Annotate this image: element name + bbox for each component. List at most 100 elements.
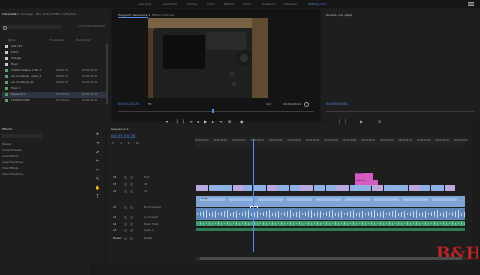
program-video-frame[interactable] [148, 18, 268, 98]
track-header-a1[interactable]: A1 A-roll audio [111, 215, 195, 222]
effects-tab[interactable]: Effects [2, 127, 12, 131]
toggle-sync-lock-icon[interactable] [124, 190, 127, 193]
workspace-tab-assembly[interactable]: Assembly [163, 2, 177, 6]
source-tab[interactable]: Source: (no clips) [326, 13, 352, 17]
effects-folder[interactable]: Video Transitions [2, 173, 23, 176]
clip-segment[interactable] [229, 198, 254, 201]
project-column-header[interactable]: Frame Rate [50, 39, 64, 42]
project-tab-4[interactable]: Bin: G30_FX3 [56, 12, 76, 16]
add-marker-icon[interactable]: ▾ [166, 119, 168, 124]
toggle-output-icon[interactable] [130, 206, 133, 209]
fit-dropdown[interactable]: Fit [148, 102, 152, 106]
pen-tool-icon[interactable]: ✎ [94, 176, 101, 182]
resolution-dropdown[interactable]: 1/2 [266, 102, 271, 106]
broll-clip[interactable] [383, 185, 394, 191]
toggle-output-icon[interactable] [130, 216, 133, 219]
text-clip[interactable]: Default Te [355, 173, 373, 180]
insert-icon[interactable]: ⊞ [228, 119, 231, 124]
program-scrub-bar[interactable] [118, 111, 314, 112]
go-to-out-icon[interactable]: ⇥ [219, 119, 222, 124]
track-header-a3[interactable]: A3 Audio 3 [111, 228, 195, 235]
project-scrollbar[interactable] [106, 44, 108, 104]
playhead[interactable] [253, 139, 254, 252]
menu-icon[interactable] [468, 2, 474, 3]
hand-tool-icon[interactable]: ✋ [94, 185, 101, 191]
source-mark-in-icon[interactable]: { [338, 119, 341, 124]
toggle-output-icon[interactable] [130, 176, 133, 179]
toggle-sync-lock-icon[interactable] [124, 223, 127, 226]
project-column-header[interactable]: Media Start [76, 39, 90, 42]
toggle-sync-lock-icon[interactable] [124, 237, 127, 240]
monitor-settings-icon[interactable] [304, 102, 309, 107]
clip-segment[interactable] [258, 198, 283, 201]
broll-clip[interactable] [277, 185, 290, 191]
selection-tool-icon[interactable]: ➤ [94, 131, 101, 137]
track-header-v3[interactable]: V3 V3 [111, 182, 195, 189]
effect-controls-tab[interactable]: Effect Controls [152, 13, 174, 17]
clip-segment[interactable] [287, 198, 312, 201]
export-frame-icon[interactable]: ◉ [240, 119, 244, 124]
effects-folder[interactable]: Audio Transitions [2, 161, 23, 164]
workspace-tab-learning[interactable]: Learning [138, 2, 151, 6]
program-timecode[interactable]: 00;01;24;20 [118, 102, 139, 106]
workspace-tab-color[interactable]: Color [207, 2, 215, 6]
track-header-v4[interactable]: V4 Text [111, 175, 195, 182]
clip-segment[interactable]: Footage [200, 198, 225, 201]
clip-segment[interactable] [432, 198, 457, 201]
broll-clip[interactable] [408, 185, 421, 191]
toggle-output-icon[interactable] [130, 237, 133, 240]
type-tool-icon[interactable]: T [94, 194, 101, 200]
effects-folder[interactable]: Lumetri Presets [2, 149, 22, 152]
toggle-sync-lock-icon[interactable] [124, 216, 127, 219]
sequence-tab[interactable]: Sequence 1 [111, 127, 129, 131]
track-header-master[interactable]: Master Master [111, 236, 195, 243]
project-tab-3[interactable]: Bin: G30_FX3 [36, 12, 56, 16]
toggle-sync-lock-icon[interactable] [124, 183, 127, 186]
timeline-timecode[interactable]: 00;01;24;20 [111, 134, 135, 139]
track-header-v2[interactable]: V2 V2 [111, 189, 195, 196]
razor-tool-icon[interactable]: ✂ [94, 158, 101, 164]
clip-segment[interactable] [403, 198, 428, 201]
snap-icon[interactable]: ⊓ [112, 141, 114, 145]
add-marker-icon[interactable]: ▾ [128, 141, 130, 145]
audio-clip-a3[interactable] [196, 228, 465, 231]
broll-clip[interactable] [266, 185, 277, 191]
mark-out-icon[interactable]: } [182, 119, 185, 124]
source-insert-icon[interactable]: ⊞ [378, 119, 381, 124]
clip-segment[interactable] [345, 198, 370, 201]
broll-clip[interactable] [421, 185, 431, 191]
workspace-tab-editing[interactable]: Editing [187, 2, 197, 6]
workspace-tab-effects[interactable]: Effects [224, 2, 234, 6]
workspace-tab-libraries[interactable]: Libraries [284, 2, 297, 6]
toggle-output-icon[interactable] [130, 223, 133, 226]
settings-icon[interactable]: ⚙ [136, 141, 139, 145]
slip-tool-icon[interactable]: ⇿ [94, 167, 101, 173]
workspace-tab-audio[interactable]: Audio [243, 2, 252, 6]
program-scrub-handle[interactable] [212, 109, 214, 113]
broll-clip[interactable] [299, 185, 314, 191]
source-scrub-bar[interactable] [326, 111, 474, 112]
go-to-in-icon[interactable]: ⇤ [190, 119, 193, 124]
broll-clip[interactable] [314, 185, 325, 191]
broll-clip[interactable] [372, 185, 383, 191]
timeline-scroll-thumb[interactable] [200, 257, 462, 260]
track-header-v1[interactable]: V1 B-roll footage [111, 205, 195, 212]
broll-clip[interactable] [289, 185, 299, 191]
broll-clip[interactable] [359, 185, 372, 191]
clip-segment[interactable] [374, 198, 399, 201]
mark-in-icon[interactable]: { [176, 119, 179, 124]
broll-clip[interactable] [394, 185, 409, 191]
effects-search-input[interactable] [2, 134, 42, 138]
broll-clip[interactable] [208, 185, 218, 191]
toggle-sync-lock-icon[interactable] [124, 176, 127, 179]
toggle-output-icon[interactable] [130, 190, 133, 193]
workspace-tab-active[interactable]: Editing (CC) [308, 2, 326, 6]
broll-clip[interactable] [253, 185, 266, 191]
project-column-header[interactable]: Name [8, 39, 15, 42]
toggle-output-icon[interactable] [130, 183, 133, 186]
broll-clip[interactable] [244, 185, 253, 191]
clip-segment[interactable] [316, 198, 341, 201]
step-back-icon[interactable]: ◂ [197, 119, 199, 124]
toggle-sync-lock-icon[interactable] [124, 229, 127, 232]
project-tab-2[interactable]: Bin: Footage [14, 12, 33, 16]
